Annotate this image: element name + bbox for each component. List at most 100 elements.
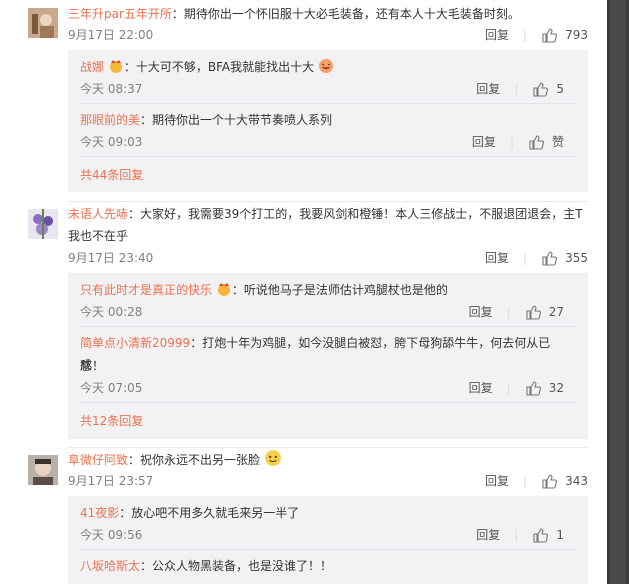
thumbs-up-icon xyxy=(533,82,549,97)
reply-list: 41夜影：放心吧不用多久就毛来另一半了 今天 09:56 回复 | 1 八坂哈斯… xyxy=(68,496,588,584)
vip-badge-icon xyxy=(217,283,230,296)
comment-body: 我也不在乎 xyxy=(68,229,129,243)
like-count: 32 xyxy=(548,381,564,395)
username-link[interactable]: 三年升par五年开所 xyxy=(68,7,172,21)
thumbs-up-icon xyxy=(526,305,541,320)
comment-body: ：祝你永远不出另一张脸 xyxy=(128,453,261,467)
divider: | xyxy=(523,474,528,488)
avatar[interactable] xyxy=(28,8,58,38)
like-count: 27 xyxy=(548,305,564,319)
divider: | xyxy=(506,305,511,319)
reply-button[interactable]: 回复 xyxy=(476,78,500,100)
reply-text: 八坂哈斯太：公众人物黑装备，也是没谁了！！ xyxy=(80,555,560,577)
timestamp: 今天 07:05 xyxy=(80,381,143,395)
thumbs-up-icon xyxy=(542,251,558,266)
timestamp: 今天 08:37 xyxy=(80,82,143,96)
reply-text: 41夜影：放心吧不用多久就毛来另一半了 xyxy=(80,502,560,524)
scrollbar-thumb[interactable] xyxy=(610,0,626,584)
timestamp: 9月17日 23:57 xyxy=(68,474,154,488)
like-count: 355 xyxy=(565,251,588,265)
reply-text-continued: 愁！ xyxy=(80,355,560,377)
like-button[interactable]: 1 xyxy=(532,524,564,546)
divider: | xyxy=(523,28,528,42)
comment-meta: 9月17日 23:40 回复 | 355 xyxy=(68,247,588,269)
avatar[interactable] xyxy=(28,455,58,485)
smile-emoji-icon xyxy=(264,450,281,466)
timestamp: 9月17日 23:40 xyxy=(68,251,154,265)
divider: | xyxy=(509,135,514,149)
reply-button[interactable]: 回复 xyxy=(469,301,493,323)
divider xyxy=(68,447,588,448)
like-count: 赞 xyxy=(551,135,564,149)
reply-text: 只有此时才是真正的快乐 ：听说他马子是法师估计鸡腿杖也是他的 xyxy=(80,279,560,301)
like-button[interactable]: 793 xyxy=(541,24,588,46)
reply-meta: 今天 08:37 回复 | 5 xyxy=(80,78,576,100)
comment-meta: 9月17日 22:00 回复 | 793 xyxy=(68,24,588,46)
like-button[interactable]: 5 xyxy=(532,78,564,100)
divider: | xyxy=(514,82,519,96)
reply-text: 那眼前的美：期待你出一个十大带节奏喷人系列 xyxy=(80,109,560,131)
reply-button[interactable]: 回复 xyxy=(469,377,493,399)
username-link[interactable]: 未语人先哧 xyxy=(68,207,128,221)
thumbs-up-icon xyxy=(526,381,541,396)
thumbs-up-icon xyxy=(542,474,558,489)
divider xyxy=(80,156,576,157)
like-button[interactable]: 赞 xyxy=(528,131,564,153)
like-count: 1 xyxy=(556,528,564,542)
comment-body: ：期待你出一个怀旧服十大必毛装备，还有本人十大毛装备时刻。 xyxy=(171,7,520,21)
comment-text: 三年升par五年开所：期待你出一个怀旧服十大必毛装备，还有本人十大毛装备时刻。 xyxy=(68,3,588,25)
reply-button[interactable]: 回复 xyxy=(472,131,496,153)
avatar[interactable] xyxy=(28,209,58,239)
timestamp: 今天 09:03 xyxy=(80,135,143,149)
like-count: 5 xyxy=(556,82,564,96)
like-count: 343 xyxy=(565,474,588,488)
reply-button[interactable]: 回复 xyxy=(485,24,509,46)
comment-text: 未语人先哧：大家好，我需要39个打工的，我要风剑和橙锤！本人三修战士，不服退团退… xyxy=(68,203,588,225)
divider xyxy=(80,326,576,327)
divider xyxy=(80,402,576,403)
timestamp: 9月17日 22:00 xyxy=(68,28,154,42)
comment-text-continued: 我也不在乎 xyxy=(68,225,588,247)
divider xyxy=(68,201,588,202)
comment-meta: 9月17日 23:57 回复 | 343 xyxy=(68,470,588,492)
username-link[interactable]: 41夜影 xyxy=(80,506,119,520)
more-replies-link[interactable]: 共12条回复 xyxy=(80,410,143,432)
timestamp: 今天 00:28 xyxy=(80,305,143,319)
reply-body: ：放心吧不用多久就毛来另一半了 xyxy=(119,506,300,520)
reply-button[interactable]: 回复 xyxy=(485,470,509,492)
more-replies-link[interactable]: 共44条回复 xyxy=(80,164,143,186)
like-button[interactable]: 27 xyxy=(525,301,564,323)
divider xyxy=(80,549,576,550)
like-button[interactable]: 355 xyxy=(541,247,588,269)
thumbs-up-icon xyxy=(542,28,558,43)
username-link[interactable]: 简单点小清新20999 xyxy=(80,336,190,350)
reply-meta: 今天 09:03 回复 | 赞 xyxy=(80,131,576,153)
reply-body: ：听说他马子是法师估计鸡腿杖也是他的 xyxy=(231,283,448,297)
comment-body: ：大家好，我需要39个打工的，我要风剑和橙锤！本人三修战士，不服退团退会，主T xyxy=(128,207,583,221)
thumbs-up-icon xyxy=(533,528,549,543)
reply-list: 只有此时才是真正的快乐 ：听说他马子是法师估计鸡腿杖也是他的 今天 00:28 … xyxy=(68,273,588,439)
reply-body: 愁！ xyxy=(80,359,105,373)
reply-button[interactable]: 回复 xyxy=(485,247,509,269)
reply-meta: 今天 09:56 回复 | 1 xyxy=(80,524,576,546)
username-link[interactable]: 那眼前的美 xyxy=(80,113,140,127)
username-link[interactable]: 八坂哈斯太 xyxy=(80,559,140,573)
reply-meta: 今天 00:28 回复 | 27 xyxy=(80,301,576,323)
like-button[interactable]: 32 xyxy=(525,377,564,399)
like-button[interactable]: 343 xyxy=(541,470,588,492)
thumbs-up-icon xyxy=(529,135,544,150)
vip-badge-icon xyxy=(109,60,122,73)
scrollbar[interactable] xyxy=(607,0,629,584)
username-link[interactable]: 阜微仔阿致 xyxy=(68,453,128,467)
reply-button[interactable]: 回复 xyxy=(476,524,500,546)
divider: | xyxy=(506,381,511,395)
username-link[interactable]: 战娜 xyxy=(80,60,104,74)
timestamp: 今天 09:56 xyxy=(80,528,143,542)
username-link[interactable]: 只有此时才是真正的快乐 xyxy=(80,283,212,297)
reply-meta: 今天 07:05 回复 | 32 xyxy=(80,377,576,399)
divider: | xyxy=(523,251,528,265)
like-count: 793 xyxy=(565,28,588,42)
reply-body: ：十大可不够，BFA我就能找出十大 xyxy=(123,60,315,74)
comment-text: 阜微仔阿致：祝你永远不出另一张脸 xyxy=(68,449,588,471)
reply-text: 战娜 ：十大可不够，BFA我就能找出十大 xyxy=(80,56,560,78)
